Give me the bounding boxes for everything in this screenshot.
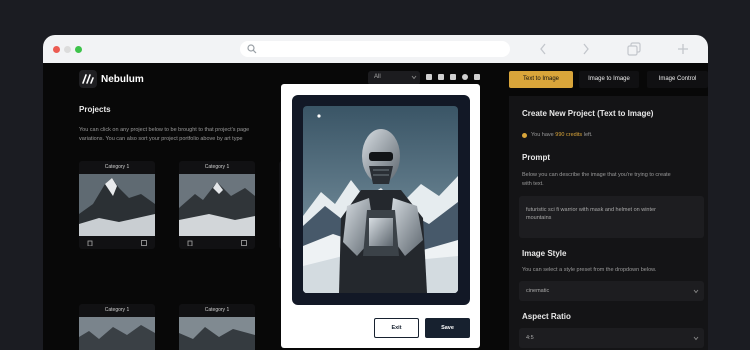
sun-icon[interactable]: [462, 74, 468, 80]
grid-view-icon[interactable]: [438, 74, 444, 80]
credits-text: You have 990 credits left.: [531, 132, 593, 138]
project-card[interactable]: Category 1: [79, 304, 155, 350]
save-button[interactable]: Save: [425, 318, 470, 338]
prompt-description: Below you can describe the image that yo…: [522, 172, 671, 187]
maximize-window-button[interactable]: [75, 46, 82, 53]
image-style-description: You can select a style preset from the d…: [522, 267, 657, 273]
logo-stripes-icon: [82, 74, 94, 84]
image-style-value: cinematic: [526, 288, 550, 294]
card-category: Category 1: [104, 307, 130, 313]
projects-heading: Projects: [79, 105, 111, 114]
tab-text-to-image[interactable]: Text to Image: [509, 71, 573, 88]
tab-image-to-image[interactable]: Image to Image: [579, 71, 639, 88]
view-toggle-group: [426, 74, 480, 80]
browser-toolbar: [43, 35, 708, 63]
projects-intro: You can click on any project below to be…: [79, 127, 250, 142]
card-category: Category 1: [104, 164, 130, 170]
prompt-textarea[interactable]: futuristic sci fi warrior with mask and …: [519, 196, 704, 238]
brand-name: Nebulum: [101, 74, 144, 85]
close-window-button[interactable]: [53, 46, 60, 53]
create-project-panel: Create New Project (Text to Image) You h…: [509, 96, 708, 350]
tabs-overview-icon[interactable]: [627, 42, 641, 56]
project-thumbnail: [79, 317, 155, 350]
aspect-ratio-heading: Aspect Ratio: [522, 312, 571, 321]
image-style-select[interactable]: cinematic: [519, 281, 704, 301]
project-card[interactable]: Category 1: [79, 161, 155, 249]
filter-value: All: [374, 74, 381, 80]
project-thumbnail: [179, 317, 255, 350]
aspect-ratio-value: 4:5: [526, 335, 534, 341]
search-icon: [247, 44, 257, 54]
generated-image: [303, 106, 458, 293]
forward-icon[interactable]: [581, 42, 591, 56]
edit-icon[interactable]: [241, 240, 247, 246]
chevron-down-icon: [411, 75, 417, 80]
new-tab-icon[interactable]: [677, 42, 689, 56]
list-view-icon[interactable]: [450, 74, 456, 80]
project-card[interactable]: Category 1: [179, 304, 255, 350]
card-category: Category 1: [204, 164, 230, 170]
tab-image-control[interactable]: Image Control: [647, 71, 708, 88]
image-frame: [292, 95, 470, 305]
project-card[interactable]: Category 1: [179, 161, 255, 249]
delete-icon[interactable]: [187, 240, 193, 246]
export-icon[interactable]: [426, 74, 432, 80]
project-thumbnail: [179, 174, 255, 236]
delete-icon[interactable]: [87, 240, 93, 246]
image-preview-modal: Exit Save: [281, 84, 480, 348]
minimize-window-button[interactable]: [64, 46, 71, 53]
nebulum-logo[interactable]: [79, 70, 97, 88]
credits-icon: [522, 133, 527, 138]
aspect-ratio-select[interactable]: 4:5: [519, 328, 704, 348]
exit-button[interactable]: Exit: [374, 318, 419, 338]
project-thumbnail: [79, 174, 155, 236]
chevron-down-icon: [693, 336, 699, 341]
card-category: Category 1: [204, 307, 230, 313]
art-type-filter[interactable]: All: [368, 71, 420, 85]
account-icon[interactable]: [474, 74, 480, 80]
back-icon[interactable]: [538, 42, 548, 56]
image-style-heading: Image Style: [522, 249, 567, 258]
panel-title: Create New Project (Text to Image): [522, 109, 654, 118]
address-bar[interactable]: [240, 41, 510, 57]
chevron-down-icon: [693, 289, 699, 294]
prompt-value: futuristic sci fi warrior with mask and …: [526, 207, 656, 221]
edit-icon[interactable]: [141, 240, 147, 246]
prompt-heading: Prompt: [522, 153, 550, 162]
